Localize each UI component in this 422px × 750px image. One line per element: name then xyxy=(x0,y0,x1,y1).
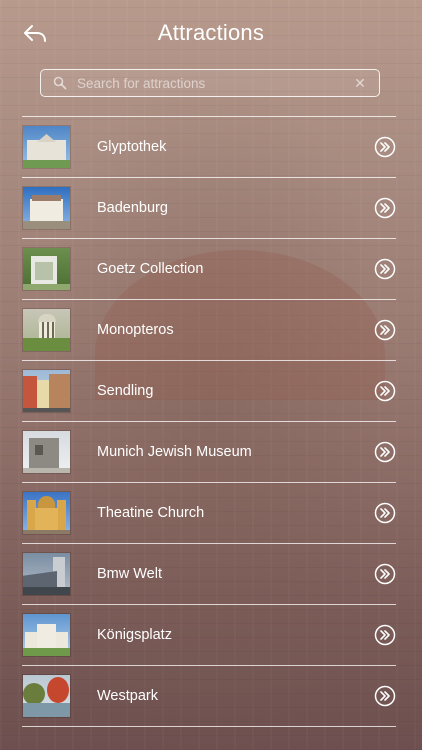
list-item-westpark[interactable]: Westpark xyxy=(22,666,396,727)
list-item-label: Bmw Welt xyxy=(97,566,162,582)
attractions-list: Glyptothek Badenburg Goetz Collection Mo… xyxy=(22,116,396,727)
double-chevron-right-icon[interactable] xyxy=(374,441,396,463)
list-item-label: Königsplatz xyxy=(97,627,172,643)
list-item-label: Munich Jewish Museum xyxy=(97,444,252,460)
search-input[interactable] xyxy=(73,75,349,91)
list-item-label: Monopteros xyxy=(97,322,174,338)
goetz-collection-photo xyxy=(23,248,70,290)
list-item-monopteros[interactable]: Monopteros xyxy=(22,300,396,361)
double-chevron-right-icon[interactable] xyxy=(374,624,396,646)
double-chevron-right-icon[interactable] xyxy=(374,136,396,158)
koenigsplatz-photo xyxy=(23,614,70,656)
westpark-photo xyxy=(23,675,70,717)
list-item-glyptothek[interactable]: Glyptothek xyxy=(22,117,396,178)
badenburg-photo xyxy=(23,187,70,229)
list-item-label: Glyptothek xyxy=(97,139,167,155)
double-chevron-right-icon[interactable] xyxy=(374,685,396,707)
monopteros-photo xyxy=(23,309,70,351)
list-item-badenburg[interactable]: Badenburg xyxy=(22,178,396,239)
list-item-theatine-church[interactable]: Theatine Church xyxy=(22,483,396,544)
page-title: Attractions xyxy=(157,20,265,45)
glyptothek-photo xyxy=(23,126,70,168)
double-chevron-right-icon[interactable] xyxy=(374,197,396,219)
list-item-label: Sendling xyxy=(97,383,154,399)
clear-icon[interactable]: ✕ xyxy=(349,75,371,92)
munich-jewish-museum-photo xyxy=(23,431,70,473)
double-chevron-right-icon[interactable] xyxy=(374,258,396,280)
list-item-label: Theatine Church xyxy=(97,505,205,521)
list-item-goetz-collection[interactable]: Goetz Collection xyxy=(22,239,396,300)
theatine-church-photo xyxy=(23,492,70,534)
search-bar[interactable]: ✕ xyxy=(40,69,380,97)
list-item-bmw-welt[interactable]: Bmw Welt xyxy=(22,544,396,605)
bmw-welt-photo xyxy=(23,553,70,595)
sendling-photo xyxy=(23,370,70,412)
double-chevron-right-icon[interactable] xyxy=(374,380,396,402)
list-item-munich-jewish-museum[interactable]: Munich Jewish Museum xyxy=(22,422,396,483)
list-item-sendling[interactable]: Sendling xyxy=(22,361,396,422)
list-item-label: Westpark xyxy=(97,688,158,704)
search-icon xyxy=(47,70,73,96)
list-item-label: Goetz Collection xyxy=(97,261,204,277)
list-item-label: Badenburg xyxy=(97,200,168,216)
double-chevron-right-icon[interactable] xyxy=(374,319,396,341)
double-chevron-right-icon[interactable] xyxy=(374,563,396,585)
double-chevron-right-icon[interactable] xyxy=(374,502,396,524)
header: Attractions xyxy=(0,0,422,68)
list-item-koenigsplatz[interactable]: Königsplatz xyxy=(22,605,396,666)
